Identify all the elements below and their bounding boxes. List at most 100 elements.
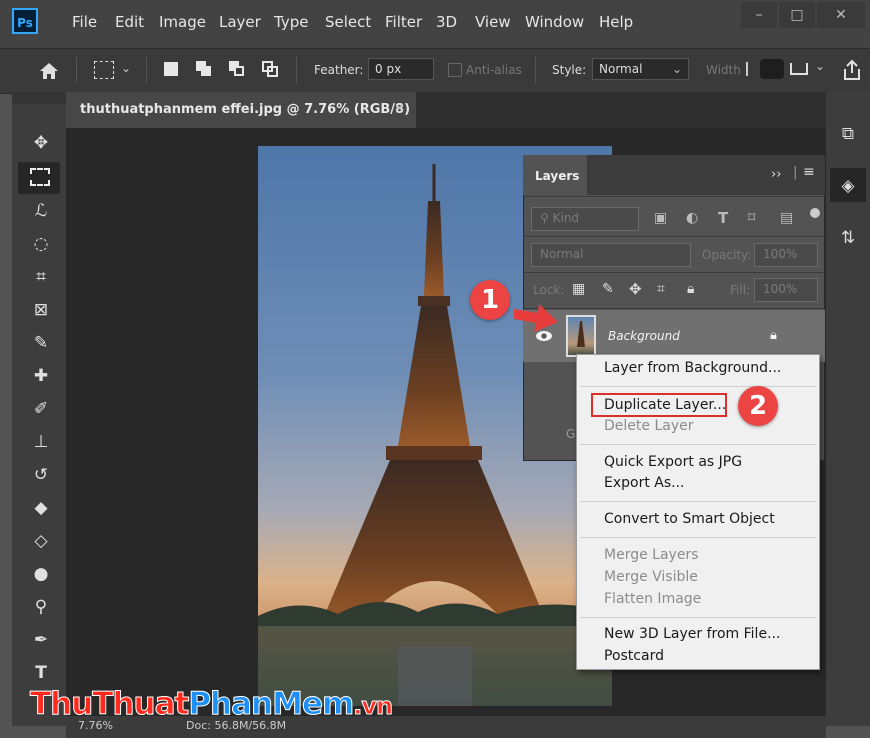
collapse-panel-icon[interactable]: ››	[771, 167, 781, 182]
feather-input[interactable]: 0 px	[368, 58, 434, 80]
lasso-tool-icon[interactable]: ℒ	[30, 200, 52, 222]
history-brush-tool-icon[interactable]: ↺	[30, 464, 52, 486]
options-bar: ⌄ Feather: 0 px Anti-alias Style: Normal…	[0, 48, 870, 94]
menu-filter[interactable]: Filter	[385, 13, 422, 31]
maximize-button[interactable]: □	[779, 2, 815, 28]
minimize-button[interactable]: –	[741, 2, 777, 28]
move-tool-icon[interactable]: ✥	[30, 132, 52, 154]
tab-layers[interactable]: Layers	[523, 155, 587, 195]
menu-3d[interactable]: 3D	[436, 13, 457, 31]
crop-tool-icon[interactable]: ⌗	[30, 266, 52, 288]
blur-tool-icon[interactable]: ●	[30, 563, 52, 585]
home-icon[interactable]	[38, 61, 60, 81]
divider	[523, 236, 825, 237]
antialias-checkbox[interactable]	[448, 63, 462, 77]
menu-item-quick-export-jpg[interactable]: Quick Export as JPG	[604, 454, 742, 470]
brush-tool-icon[interactable]: ✐	[30, 398, 52, 420]
layer-lock-icon: 🔒︎	[770, 328, 777, 343]
width-label: Width	[706, 63, 741, 77]
new-selection-icon[interactable]	[164, 62, 178, 76]
pen-tool-icon[interactable]: ✒	[30, 629, 52, 651]
menu-item-new-3d-layer[interactable]: New 3D Layer from File...	[604, 626, 780, 642]
lock-pixels-icon[interactable]: ✎	[602, 281, 614, 297]
step-1-badge: 1	[470, 280, 510, 320]
paint-bucket-tool-icon[interactable]: ◇	[30, 530, 52, 552]
chevron-down-icon[interactable]: ⌄	[815, 59, 825, 73]
menu-separator	[580, 537, 816, 538]
history-panel-icon[interactable]: ⇅	[836, 226, 860, 250]
lock-all-icon[interactable]: 🔒︎	[687, 281, 694, 297]
document-tab[interactable]: thuthuatphanmem effei.jpg @ 7.76% (RGB/8…	[66, 92, 416, 128]
image-filter-icon[interactable]: ▣	[654, 210, 667, 226]
menu-item-layer-from-background[interactable]: Layer from Background...	[604, 360, 781, 376]
fill-label: Fill:	[730, 283, 751, 297]
opacity-label: Opacity:	[702, 248, 752, 262]
3d-panel-icon[interactable]: ⧉	[836, 122, 860, 146]
menu-file[interactable]: File	[72, 13, 97, 31]
quick-selection-tool-icon[interactable]: ◌	[30, 233, 52, 255]
menu-item-export-as[interactable]: Export As...	[604, 475, 685, 491]
menu-item-merge-visible[interactable]: Merge Visible	[604, 569, 698, 585]
healing-brush-tool-icon[interactable]: ✚	[30, 365, 52, 387]
type-tool-icon[interactable]: T	[30, 662, 52, 684]
fill-input[interactable]: 100%	[754, 278, 818, 302]
menu-select[interactable]: Select	[325, 13, 371, 31]
panel-footer-partial-text: G	[566, 427, 576, 441]
adjustment-filter-icon[interactable]: ◐	[686, 210, 698, 226]
divider	[76, 57, 77, 83]
opacity-input[interactable]: 100%	[754, 243, 818, 267]
right-dock: ⧉ ◈ ⇅	[826, 92, 870, 726]
menu-item-merge-layers[interactable]: Merge Layers	[604, 547, 698, 563]
marquee-preset-icon[interactable]	[94, 61, 114, 79]
style-select[interactable]: Normal ⌄	[592, 58, 689, 80]
style-label: Style:	[552, 63, 587, 77]
menu-view[interactable]: View	[475, 13, 511, 31]
smart-object-filter-icon[interactable]: ▤	[780, 210, 793, 226]
divider	[523, 308, 825, 309]
lock-position-icon[interactable]: ✥	[629, 280, 642, 298]
shape-filter-icon[interactable]: ⌑	[748, 210, 755, 226]
menu-item-flatten-image[interactable]: Flatten Image	[604, 591, 701, 607]
layers-panel-icon[interactable]: ◈	[836, 174, 860, 198]
menu-help[interactable]: Help	[599, 13, 633, 31]
menu-type[interactable]: Type	[274, 13, 308, 31]
swap-icon[interactable]	[760, 59, 784, 79]
thuthuatphanmem-watermark: ThuThuatPhanMem.vn	[29, 686, 393, 723]
add-selection-icon[interactable]	[196, 61, 212, 77]
divider	[296, 57, 297, 83]
chevron-down-icon[interactable]: ⌄	[121, 61, 131, 75]
menu-item-postcard[interactable]: Postcard	[604, 648, 664, 664]
close-window-button[interactable]: ✕	[817, 2, 865, 28]
eyedropper-tool-icon[interactable]: ✎	[30, 332, 52, 354]
dodge-tool-icon[interactable]: ⚲	[30, 596, 52, 618]
workspace-icon[interactable]	[790, 63, 808, 75]
type-filter-icon[interactable]: T	[718, 209, 728, 227]
menu-bar: Ps File Edit Image Layer Type Select Fil…	[0, 0, 870, 48]
menu-edit[interactable]: Edit	[115, 13, 144, 31]
intersect-selection-icon[interactable]	[262, 61, 278, 77]
panel-menu-icon[interactable]: ≡	[803, 164, 815, 180]
antialias-label: Anti-alias	[466, 63, 522, 77]
clone-stamp-tool-icon[interactable]: ⊥	[30, 431, 52, 453]
width-input[interactable]	[746, 62, 756, 76]
close-tab-icon[interactable]: ×	[394, 101, 405, 116]
layer-name[interactable]: Background	[608, 329, 680, 343]
menu-item-delete-layer[interactable]: Delete Layer	[604, 418, 693, 434]
subtract-selection-icon[interactable]	[229, 61, 245, 77]
lock-artboard-icon[interactable]: ⌗	[657, 281, 665, 297]
marquee-tool-icon[interactable]	[30, 168, 50, 186]
blend-mode-select[interactable]: Normal	[531, 243, 691, 267]
filter-toggle-icon[interactable]	[810, 208, 820, 218]
duplicate-layer-highlight-box	[591, 393, 727, 417]
menu-layer[interactable]: Layer	[219, 13, 261, 31]
menu-window[interactable]: Window	[525, 13, 584, 31]
frame-tool-icon[interactable]: ⊠	[30, 299, 52, 321]
menu-item-convert-smart-object[interactable]: Convert to Smart Object	[604, 511, 775, 527]
share-icon[interactable]	[842, 59, 862, 81]
filter-kind-select[interactable]: ⚲ Kind	[531, 207, 639, 231]
lock-transparency-icon[interactable]: ▦	[572, 281, 585, 297]
lock-label: Lock:	[533, 283, 565, 297]
eraser-tool-icon[interactable]: ◆	[30, 497, 52, 519]
menu-image[interactable]: Image	[159, 13, 206, 31]
panel-grip	[12, 92, 66, 104]
